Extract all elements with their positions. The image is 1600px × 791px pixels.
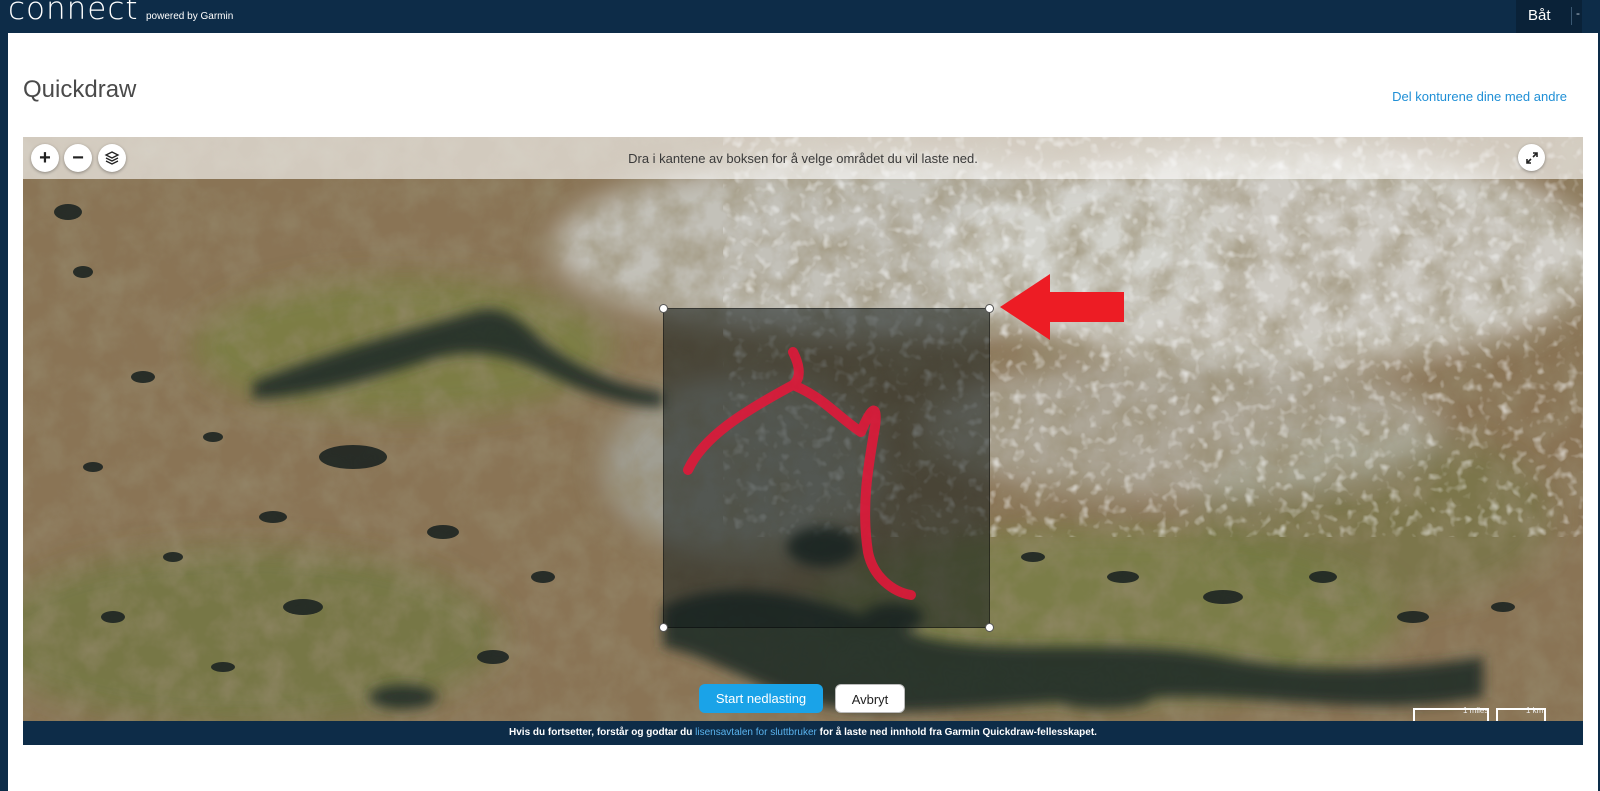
map-viewport[interactable]: + − Dra i kantene av boksen for å velge … [23,137,1583,721]
footer-text-before: Hvis du fortsetter, forstår og godtar du [509,727,696,738]
start-download-button[interactable]: Start nedlasting [699,684,823,713]
license-agreement-link[interactable]: lisensavtalen for sluttbruker [695,727,817,738]
footer-text-after: for å laste ned innhold fra Garmin Quick… [816,727,1097,738]
scale-bar-miles [1413,708,1489,721]
license-footer: Hvis du fortsetter, forstår og godtar du… [23,721,1583,745]
account-label[interactable]: Båt [1528,7,1551,24]
selection-handle-bottom-left[interactable] [659,623,668,632]
account-dropdown-icon[interactable]: - [1576,6,1580,20]
expand-icon [1525,152,1538,164]
selection-handle-bottom-right[interactable] [985,623,994,632]
download-area-selection-box[interactable] [663,308,990,628]
red-arrow-indicator [1000,274,1124,340]
scale-bar-km [1496,708,1546,721]
fullscreen-button[interactable] [1518,144,1545,171]
connect-logo[interactable]: connect [8,0,139,27]
share-contours-link[interactable]: Del konturene dine med andre [1392,89,1567,104]
map-instruction-text: Dra i kantene av boksen for å velge områ… [628,151,978,166]
main-content: Quickdraw Del konturene dine med andre +… [8,33,1598,791]
selection-handle-top-right[interactable] [985,304,994,313]
cancel-button[interactable]: Avbryt [835,684,905,713]
account-divider [1571,7,1572,25]
account-menu[interactable]: Båt - [1516,0,1582,33]
selection-handle-top-left[interactable] [659,304,668,313]
powered-by-label: powered by Garmin [146,11,234,22]
top-navigation-bar: connect powered by Garmin Båt - [0,0,1600,33]
page-title: Quickdraw [23,76,137,103]
